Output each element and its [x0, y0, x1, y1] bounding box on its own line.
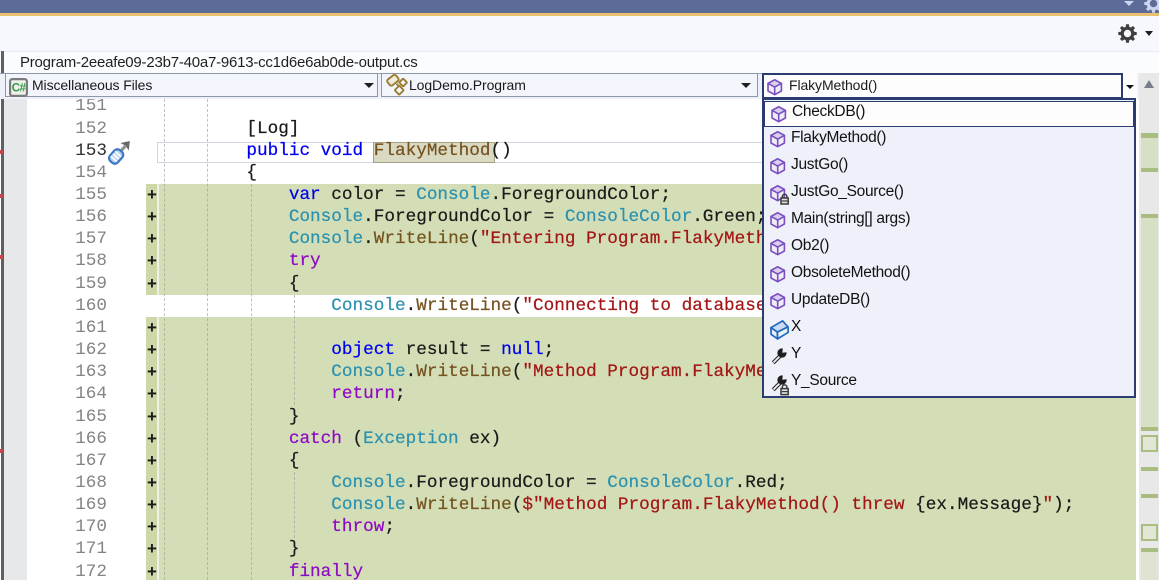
svg-text:C#: C# — [12, 82, 27, 94]
